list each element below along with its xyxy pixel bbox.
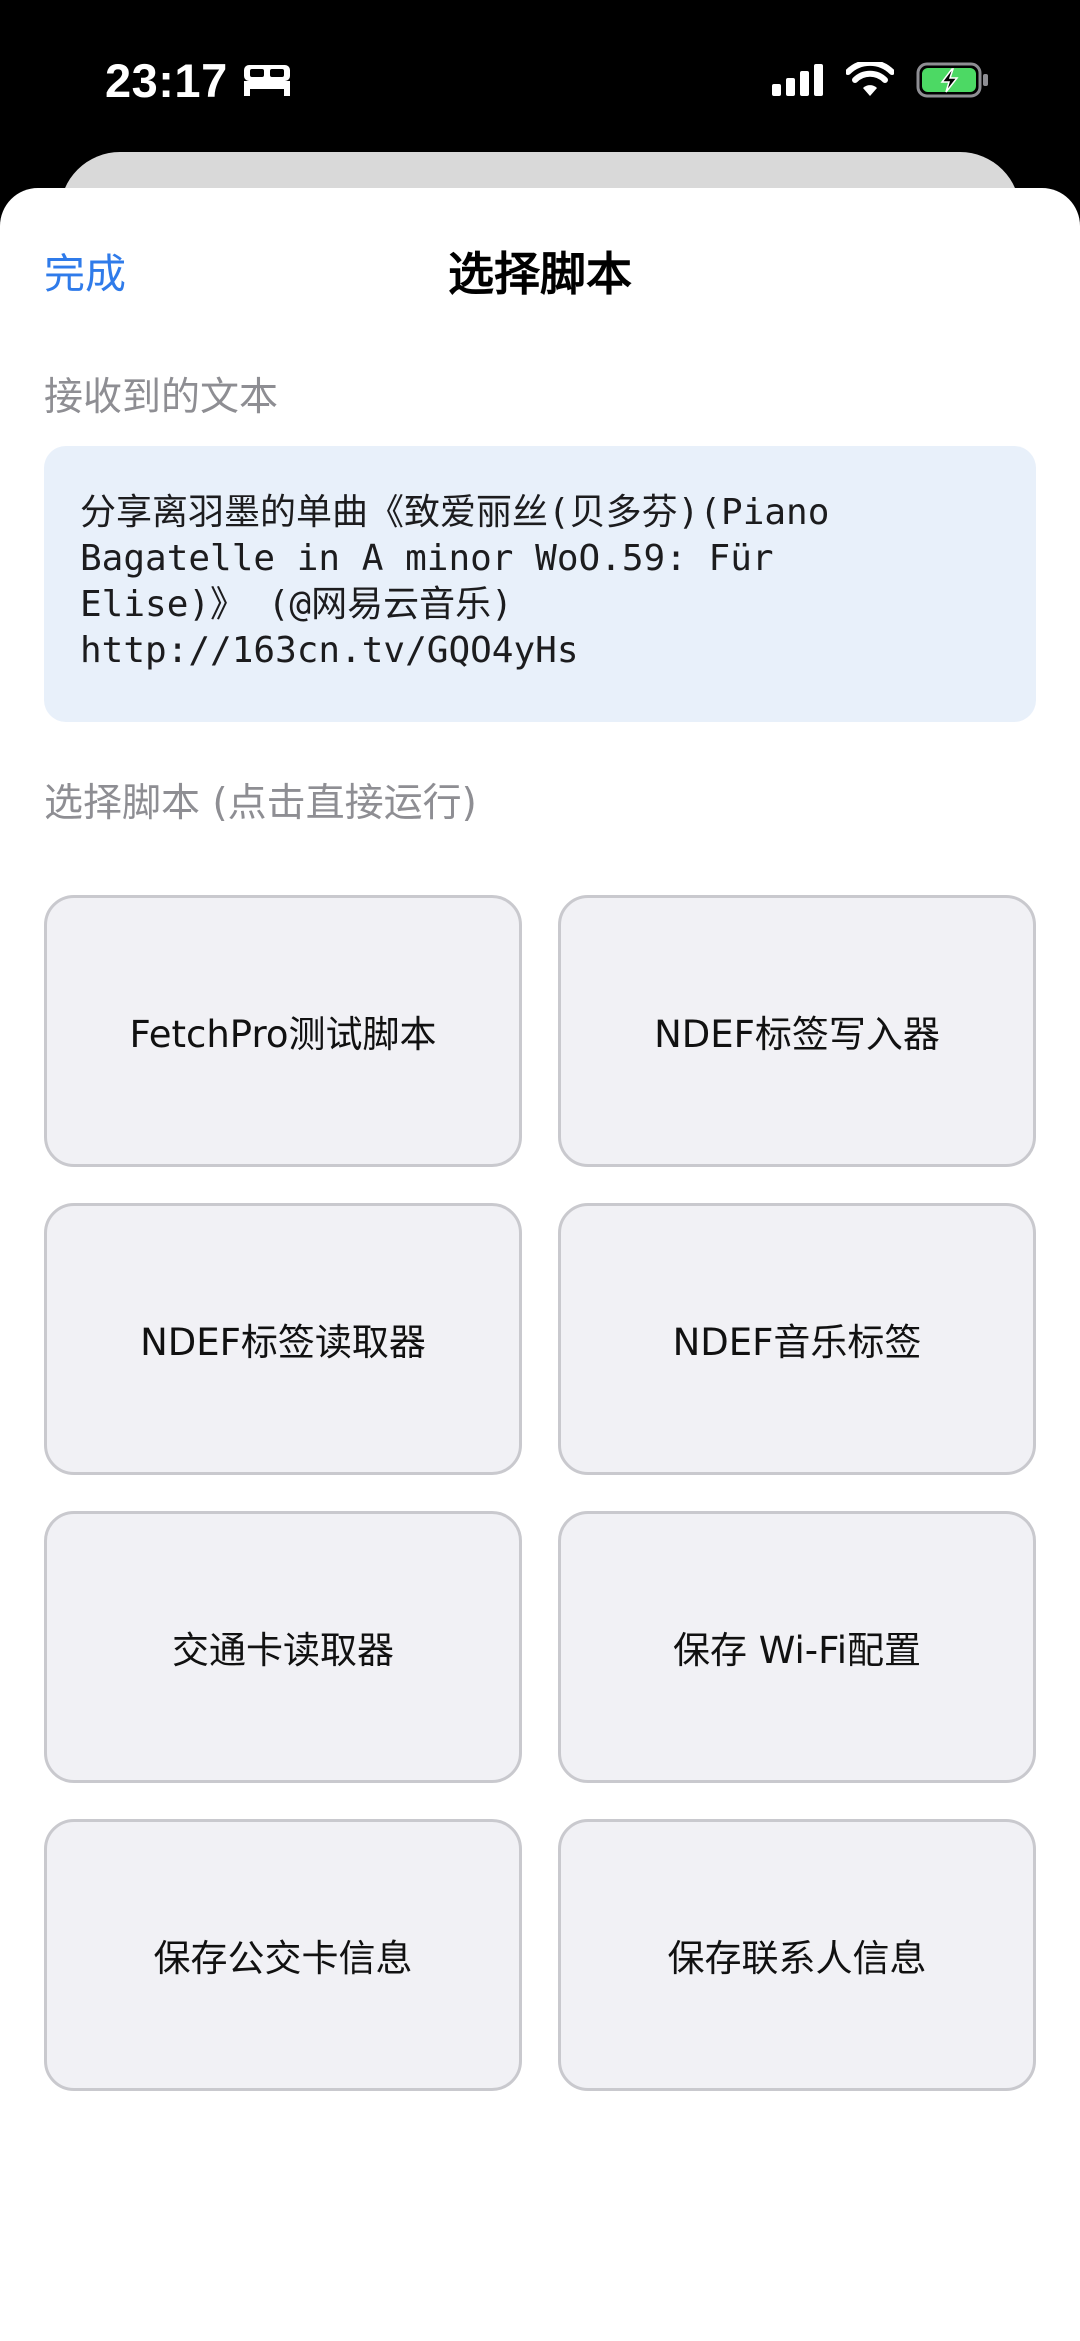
script-button-ndef-tag-writer[interactable]: NDEF标签写入器	[558, 895, 1036, 1167]
status-time-group: 23:17	[105, 52, 292, 108]
received-text-content: 分享离羽墨的单曲《致爱丽丝(贝多芬)(Piano Bagatelle in A …	[80, 492, 830, 671]
done-button[interactable]: 完成	[44, 232, 126, 316]
sheet-title: 选择脚本	[448, 247, 632, 301]
wifi-icon	[846, 62, 894, 96]
received-text-label: 接收到的文本	[44, 375, 279, 420]
bed-icon	[243, 65, 290, 96]
script-button-save-bus-card-info[interactable]: 保存公交卡信息	[44, 1819, 522, 2091]
script-grid: FetchPro测试脚本 NDEF标签写入器 NDEF标签读取器 NDEF音乐标…	[44, 895, 1036, 2091]
script-button-save-wifi-config[interactable]: 保存 Wi-Fi配置	[558, 1511, 1036, 1783]
choose-script-label: 选择脚本 (点击直接运行)	[44, 781, 477, 826]
status-icons	[770, 60, 990, 100]
status-time: 23:17	[105, 53, 228, 107]
battery-charging-icon	[916, 62, 988, 98]
cellular-signal-icon	[772, 64, 823, 96]
script-button-fetchpro-test[interactable]: FetchPro测试脚本	[44, 895, 522, 1167]
script-button-save-contact-info[interactable]: 保存联系人信息	[558, 1819, 1036, 2091]
script-button-transit-card-reader[interactable]: 交通卡读取器	[44, 1511, 522, 1783]
received-text-box: 分享离羽墨的单曲《致爱丽丝(贝多芬)(Piano Bagatelle in A …	[44, 446, 1036, 722]
script-picker-sheet: 完成 选择脚本 接收到的文本 分享离羽墨的单曲《致爱丽丝(贝多芬)(Piano …	[0, 188, 1080, 2341]
script-button-ndef-tag-reader[interactable]: NDEF标签读取器	[44, 1203, 522, 1475]
script-button-ndef-music-tag[interactable]: NDEF音乐标签	[558, 1203, 1036, 1475]
status-bar: 23:17	[0, 0, 1080, 150]
